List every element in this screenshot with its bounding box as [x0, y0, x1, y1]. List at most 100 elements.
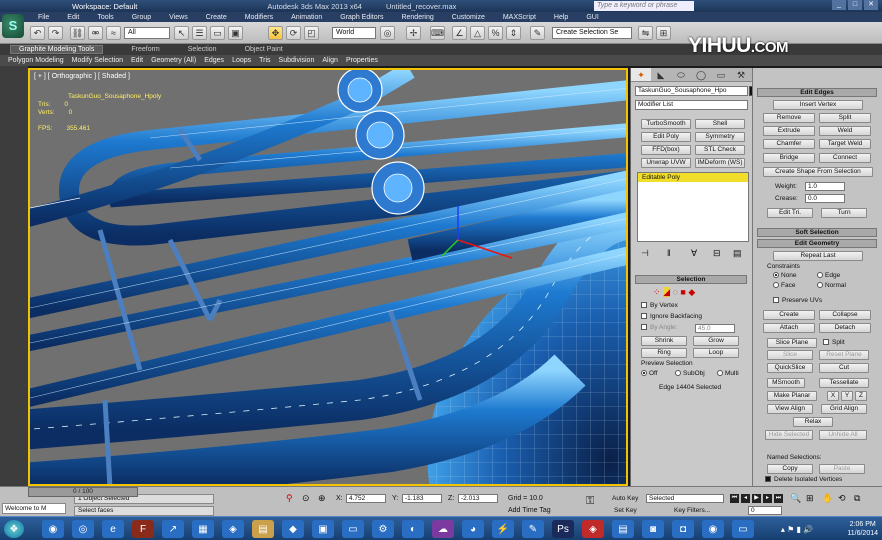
- key-filters-button[interactable]: Key Filters...: [674, 507, 710, 514]
- loop-button[interactable]: Loop: [693, 348, 739, 358]
- cut-button[interactable]: Cut: [819, 363, 869, 373]
- start-button-icon[interactable]: ❖: [4, 520, 24, 538]
- auto-key-button[interactable]: Auto Key: [612, 495, 638, 502]
- collapse-button[interactable]: Collapse: [819, 310, 871, 320]
- detach-button[interactable]: Detach: [819, 323, 871, 333]
- goto-start-icon[interactable]: ⏮: [730, 494, 739, 503]
- edit-geometry-rollout-header[interactable]: Edit Geometry: [757, 239, 877, 248]
- ribbon-tab[interactable]: Object Paint: [245, 46, 283, 53]
- maxscript-listener[interactable]: Welcome to M: [2, 503, 66, 514]
- play-icon[interactable]: ▶: [752, 494, 761, 503]
- ribbon-panel-tab[interactable]: Geometry (All): [151, 57, 196, 64]
- hierarchy-tab-icon[interactable]: ⬭: [671, 68, 691, 81]
- mirror-icon[interactable]: ⇋: [638, 26, 653, 40]
- filezilla-icon[interactable]: F: [132, 520, 154, 538]
- constraint-none-radio[interactable]: None: [773, 272, 797, 279]
- unhide-all-button[interactable]: Unhide All: [819, 430, 867, 440]
- zoom-icon[interactable]: 🔍: [790, 493, 801, 504]
- photos-icon[interactable]: ▣: [312, 520, 334, 538]
- absolute-mode-icon[interactable]: ⊕: [318, 493, 326, 504]
- set-key-button[interactable]: Set Key: [614, 507, 637, 514]
- preserve-uvs-checkbox[interactable]: Preserve UVs: [773, 297, 822, 304]
- named-selection-dropdown[interactable]: Create Selection Se: [552, 27, 632, 39]
- vertex-mode-icon[interactable]: ⁘: [653, 287, 661, 297]
- ribbon-panel-tab[interactable]: Properties: [346, 57, 378, 64]
- search-input[interactable]: Type a keyword or phrase: [594, 1, 694, 11]
- paste-button[interactable]: Paste: [819, 464, 865, 474]
- camera-icon[interactable]: ◙: [642, 520, 664, 538]
- ribbon-panel-tab[interactable]: Tris: [259, 57, 270, 64]
- next-frame-icon[interactable]: ▸: [763, 494, 772, 503]
- select-manipulate-icon[interactable]: ✢: [406, 26, 421, 40]
- rotate-icon[interactable]: ⟳: [286, 26, 301, 40]
- menu-item[interactable]: Rendering: [401, 14, 433, 21]
- snaps-toggle-icon[interactable]: ∠: [452, 26, 467, 40]
- display-tab-icon[interactable]: ▭: [711, 68, 731, 81]
- attach-button[interactable]: Attach: [763, 323, 815, 333]
- select-object-icon[interactable]: ↖: [174, 26, 189, 40]
- orbit-icon[interactable]: ⟲: [838, 493, 846, 504]
- preview-multi-radio[interactable]: Multi: [717, 370, 739, 377]
- app-grey-icon[interactable]: ▤: [612, 520, 634, 538]
- quickslice-button[interactable]: QuickSlice: [767, 363, 813, 373]
- selection-rollout-header[interactable]: Selection: [635, 275, 747, 284]
- symmetry-button[interactable]: Symmetry: [695, 132, 745, 142]
- ribbon-panel-tab[interactable]: Loops: [232, 57, 251, 64]
- app-logo-icon[interactable]: S: [2, 14, 24, 38]
- connect-button[interactable]: Connect: [819, 153, 871, 163]
- media-app-icon[interactable]: ◈: [222, 520, 244, 538]
- constraint-normal-radio[interactable]: Normal: [817, 282, 846, 289]
- current-frame-field[interactable]: 0: [748, 506, 782, 515]
- workspace-selector[interactable]: Workspace: Default: [72, 2, 137, 11]
- border-mode-icon[interactable]: ◌: [673, 287, 678, 297]
- pan-icon[interactable]: ✋: [822, 493, 833, 504]
- monitor-icon[interactable]: ▭: [732, 520, 754, 538]
- menu-item[interactable]: Animation: [291, 14, 322, 21]
- menu-item[interactable]: Help: [554, 14, 568, 21]
- tessellate-button[interactable]: Tessellate: [819, 378, 869, 388]
- hide-selected-button[interactable]: Hide Selected: [765, 430, 813, 440]
- create-shape-button[interactable]: Create Shape From Selection: [763, 167, 873, 177]
- remove-modifier-icon[interactable]: ⊟: [713, 248, 721, 259]
- menu-item[interactable]: Tools: [97, 14, 113, 21]
- menu-item[interactable]: Views: [169, 14, 188, 21]
- menu-item[interactable]: Graph Editors: [340, 14, 383, 21]
- shell-button[interactable]: Shell: [695, 119, 745, 129]
- by-vertex-checkbox[interactable]: By Vertex: [641, 302, 678, 309]
- close-icon[interactable]: ✕: [864, 0, 878, 10]
- window-crossing-icon[interactable]: ▣: [228, 26, 243, 40]
- unlink-icon[interactable]: ⚮: [88, 26, 103, 40]
- split-button[interactable]: Split: [819, 113, 871, 123]
- pin-stack-icon[interactable]: ⊣: [641, 248, 649, 259]
- element-mode-icon[interactable]: ◆: [688, 287, 695, 297]
- link-icon[interactable]: ⛓: [70, 26, 85, 40]
- weld-button[interactable]: Weld: [819, 126, 871, 136]
- configure-sets-icon[interactable]: ▤: [733, 248, 742, 259]
- add-time-tag[interactable]: Add Time Tag: [508, 507, 551, 514]
- folder-icon[interactable]: ▭: [342, 520, 364, 538]
- modifier-list-dropdown[interactable]: Modifier List: [635, 100, 748, 110]
- minimize-icon[interactable]: _: [832, 0, 846, 10]
- edit-poly-button[interactable]: Edit Poly: [641, 132, 691, 142]
- cursor-app-icon[interactable]: ↗: [162, 520, 184, 538]
- 3dsmax-icon[interactable]: ◈: [582, 520, 604, 538]
- x-coordinate[interactable]: 4.752: [346, 494, 386, 503]
- record-icon[interactable]: ◉: [702, 520, 724, 538]
- viewport-orthographic[interactable]: [ + ] [ Orthographic ] [ Shaded ] Taskun…: [28, 68, 628, 486]
- key-mode-dropdown[interactable]: Selected: [646, 494, 724, 503]
- menu-item[interactable]: GUI: [586, 14, 598, 21]
- paint-icon[interactable]: ✎: [522, 520, 544, 538]
- reset-plane-button[interactable]: Reset Plane: [819, 350, 869, 360]
- menu-item[interactable]: Modifiers: [245, 14, 273, 21]
- onenote-icon[interactable]: ◐: [402, 520, 424, 538]
- z-coordinate[interactable]: -2.013: [458, 494, 498, 503]
- repeat-last-button[interactable]: Repeat Last: [773, 251, 863, 261]
- menu-item[interactable]: Create: [206, 14, 227, 21]
- delete-isolated-checkbox[interactable]: Delete Isolated Vertices: [765, 476, 842, 483]
- stack-item-editable-poly[interactable]: Editable Poly: [638, 173, 748, 182]
- steam-icon[interactable]: ⚙: [372, 520, 394, 538]
- bridge-button[interactable]: Bridge: [763, 153, 815, 163]
- gamepad-icon[interactable]: ◘: [672, 520, 694, 538]
- keyboard-shortcut-icon[interactable]: ⌨: [430, 26, 445, 40]
- menu-item[interactable]: MAXScript: [503, 14, 536, 21]
